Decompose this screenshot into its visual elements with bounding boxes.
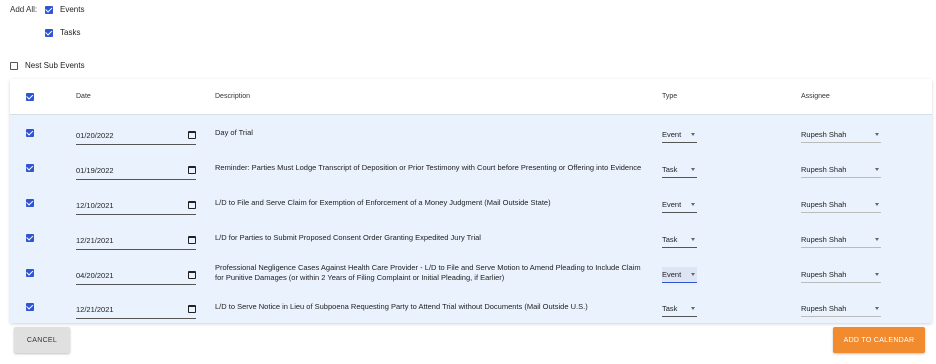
table-row: 04/20/2021 Professional Negligence Cases…	[10, 255, 932, 291]
events-table: Date Description Type Assignee 01/20/202…	[10, 79, 932, 323]
row-description: L/D to Serve Notice in Lieu of Subpoena …	[215, 301, 588, 311]
row-description: Day of Trial	[215, 127, 253, 137]
nest-sub-events-checkbox[interactable]	[10, 61, 18, 70]
events-label: Events	[60, 5, 85, 14]
type-select[interactable]: Task	[662, 232, 697, 248]
add-all-label: Add All:	[10, 5, 38, 14]
tasks-checkbox[interactable]	[45, 28, 53, 37]
table-row: 12/10/2021 L/D to File and Serve Claim f…	[10, 185, 932, 221]
assignee-select[interactable]: Rupesh Shah	[801, 267, 881, 283]
row-checkbox[interactable]	[26, 302, 34, 311]
dropdown-arrow-icon	[875, 202, 879, 206]
dropdown-arrow-icon	[875, 167, 879, 171]
dropdown-arrow-icon	[875, 272, 879, 276]
row-checkbox[interactable]	[26, 268, 34, 277]
table-row: 12/21/2021 L/D for Parties to Submit Pro…	[10, 220, 932, 256]
calendar-icon[interactable]	[188, 305, 196, 313]
dropdown-arrow-icon	[691, 132, 695, 136]
cancel-button[interactable]: CANCEL	[14, 327, 70, 353]
row-description: Reminder: Parties Must Lodge Transcript …	[215, 162, 642, 172]
assignee-select[interactable]: Rupesh Shah	[801, 162, 881, 178]
row-description: Professional Negligence Cases Against He…	[215, 262, 641, 282]
dropdown-arrow-icon	[691, 237, 695, 241]
row-description: L/D for Parties to Submit Proposed Conse…	[215, 232, 481, 242]
assignee-select[interactable]: Rupesh Shah	[801, 232, 881, 248]
row-checkbox[interactable]	[26, 163, 34, 172]
type-select[interactable]: Event	[662, 266, 697, 283]
dropdown-arrow-icon	[691, 306, 695, 310]
nest-sub-events-label: Nest Sub Events	[25, 61, 85, 70]
row-checkbox[interactable]	[26, 233, 34, 242]
assignee-select[interactable]: Rupesh Shah	[801, 301, 881, 317]
row-checkbox[interactable]	[26, 128, 34, 137]
date-input[interactable]: 12/10/2021	[76, 197, 196, 215]
table-header-row: Date Description Type Assignee	[10, 79, 932, 115]
calendar-icon[interactable]	[188, 236, 196, 244]
header-date: Date	[76, 93, 91, 100]
header-assignee: Assignee	[801, 93, 830, 100]
dropdown-arrow-icon	[875, 306, 879, 310]
type-select[interactable]: Event	[662, 197, 697, 213]
calendar-icon[interactable]	[188, 201, 196, 209]
date-input[interactable]: 12/21/2021	[76, 301, 196, 319]
dropdown-arrow-icon	[691, 202, 695, 206]
calendar-icon[interactable]	[188, 271, 196, 279]
tasks-label: Tasks	[60, 28, 81, 37]
add-tasks-option[interactable]: Tasks	[45, 28, 80, 37]
select-all-checkbox[interactable]	[26, 92, 34, 101]
table-row: 01/20/2022 Day of Trial Event Rupesh Sha…	[10, 115, 932, 151]
date-input[interactable]: 12/21/2021	[76, 232, 196, 250]
table-row: 01/19/2022 Reminder: Parties Must Lodge …	[10, 150, 932, 186]
header-type: Type	[662, 93, 678, 100]
dropdown-arrow-icon	[691, 272, 695, 276]
row-checkbox[interactable]	[26, 198, 34, 207]
dropdown-arrow-icon	[691, 167, 695, 171]
assignee-select[interactable]: Rupesh Shah	[801, 197, 881, 213]
date-input[interactable]: 01/19/2022	[76, 162, 196, 180]
table-row: 12/21/2021 L/D to Serve Notice in Lieu o…	[10, 290, 932, 323]
header-description: Description	[215, 92, 251, 100]
add-to-calendar-button[interactable]: ADD TO CALENDAR	[833, 327, 925, 353]
calendar-icon[interactable]	[188, 166, 196, 174]
type-select[interactable]: Task	[662, 162, 697, 178]
events-checkbox[interactable]	[45, 5, 53, 14]
assignee-select[interactable]: Rupesh Shah	[801, 127, 881, 143]
dropdown-arrow-icon	[875, 132, 879, 136]
date-input[interactable]: 01/20/2022	[76, 127, 196, 145]
date-input[interactable]: 04/20/2021	[76, 267, 196, 285]
nest-sub-events-option[interactable]: Nest Sub Events	[10, 61, 85, 70]
row-description: L/D to File and Serve Claim for Exemptio…	[215, 197, 551, 207]
type-select[interactable]: Event	[662, 127, 697, 143]
calendar-icon[interactable]	[188, 131, 196, 139]
dropdown-arrow-icon	[875, 237, 879, 241]
type-select[interactable]: Task	[662, 301, 697, 317]
add-events-option[interactable]: Events	[45, 5, 84, 14]
